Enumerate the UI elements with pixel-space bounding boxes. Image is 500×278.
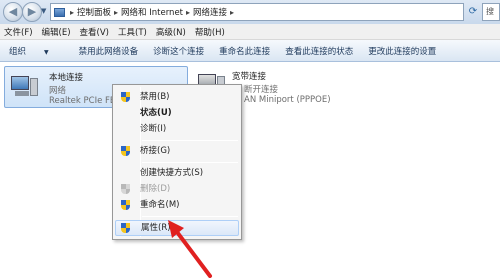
menu-item-label: 禁用(B) [140, 92, 170, 102]
back-button[interactable]: ◀ [3, 2, 23, 22]
uac-shield-icon [121, 200, 130, 210]
chevron-right-icon[interactable]: ▸ [114, 8, 118, 17]
menu-item-bridge[interactable]: 桥接(G) [115, 143, 239, 159]
menu-item-label: 删除(D) [140, 184, 171, 194]
breadcrumb[interactable]: ▸ 控制面板 ▸ 网络和 Internet ▸ 网络连接 ▸ [50, 3, 464, 21]
breadcrumb-control-panel[interactable]: 控制面板 [77, 6, 111, 18]
organize-button[interactable]: 组织 ▼ [9, 45, 64, 57]
view-status-button[interactable]: 查看此连接的状态 [285, 45, 353, 57]
chevron-right-icon[interactable]: ▸ [230, 8, 234, 17]
organize-label: 组织 [9, 46, 27, 57]
menu-item-create-shortcut[interactable]: 创建快捷方式(S) [115, 165, 239, 181]
chevron-right-icon[interactable]: ▸ [186, 8, 190, 17]
menu-advanced[interactable]: 高级(N) [156, 26, 186, 38]
menu-file[interactable]: 文件(F) [4, 26, 33, 38]
menu-item-label: 重命名(M) [140, 200, 180, 210]
connection-type: 网络 [49, 86, 67, 96]
chevron-right-icon[interactable]: ▸ [70, 8, 74, 17]
rename-button[interactable]: 重命名此连接 [219, 45, 270, 57]
breadcrumb-network-connections[interactable]: 网络连接 [193, 6, 227, 18]
menu-item-status[interactable]: 状态(U) [115, 105, 239, 121]
connection-type: 断开连接 [244, 85, 279, 95]
refresh-icon[interactable]: ⟳ [466, 3, 480, 21]
network-adapter-icon [9, 74, 39, 100]
address-bar: ◀ ▶ ▼ ▸ 控制面板 ▸ 网络和 Internet ▸ 网络连接 ▸ ⟳ 搜 [0, 0, 500, 24]
menu-item-diagnose[interactable]: 诊断(I) [115, 121, 239, 137]
menu-separator [142, 162, 238, 163]
connection-name: 宽带连接 [232, 72, 267, 82]
menu-item-label: 状态(U) [140, 108, 172, 118]
connection-name: 本地连接 [49, 73, 84, 83]
menu-help[interactable]: 帮助(H) [195, 26, 225, 38]
change-settings-button[interactable]: 更改此连接的设置 [368, 45, 436, 57]
connection-device: AN Miniport (PPPOE) [244, 95, 331, 105]
control-panel-icon [54, 7, 65, 17]
menu-bar: 文件(F) 编辑(E) 查看(V) 工具(T) 高级(N) 帮助(H) [0, 24, 500, 40]
connection-device: Realtek PCIe FE [49, 96, 116, 106]
breadcrumb-network-internet[interactable]: 网络和 Internet [121, 6, 183, 18]
menu-item-rename[interactable]: 重命名(M) [115, 197, 239, 213]
menu-separator [142, 140, 238, 141]
uac-shield-icon [121, 223, 130, 233]
menu-item-delete[interactable]: 删除(D) [115, 181, 239, 197]
command-bar: 组织 ▼ 禁用此网络设备 诊断这个连接 重命名此连接 查看此连接的状态 更改此连接… [0, 40, 500, 62]
diagnose-button[interactable]: 诊断这个连接 [153, 45, 204, 57]
menu-edit[interactable]: 编辑(E) [42, 26, 71, 38]
uac-shield-icon [121, 92, 130, 102]
menu-item-label: 桥接(G) [140, 146, 171, 156]
chevron-down-icon: ▼ [44, 48, 49, 56]
search-input[interactable]: 搜 [482, 3, 500, 21]
menu-tools[interactable]: 工具(T) [118, 26, 147, 38]
recent-pages-dropdown-icon[interactable]: ▼ [41, 7, 49, 17]
uac-shield-icon [121, 184, 130, 194]
menu-item-label: 诊断(I) [140, 124, 167, 134]
menu-item-disable[interactable]: 禁用(B) [115, 89, 239, 105]
menu-item-label: 创建快捷方式(S) [140, 168, 204, 178]
red-arrow-annotation [168, 220, 212, 278]
forward-button[interactable]: ▶ [22, 2, 42, 22]
uac-shield-icon [121, 146, 130, 156]
menu-view[interactable]: 查看(V) [80, 26, 109, 38]
disable-device-button[interactable]: 禁用此网络设备 [79, 45, 139, 57]
